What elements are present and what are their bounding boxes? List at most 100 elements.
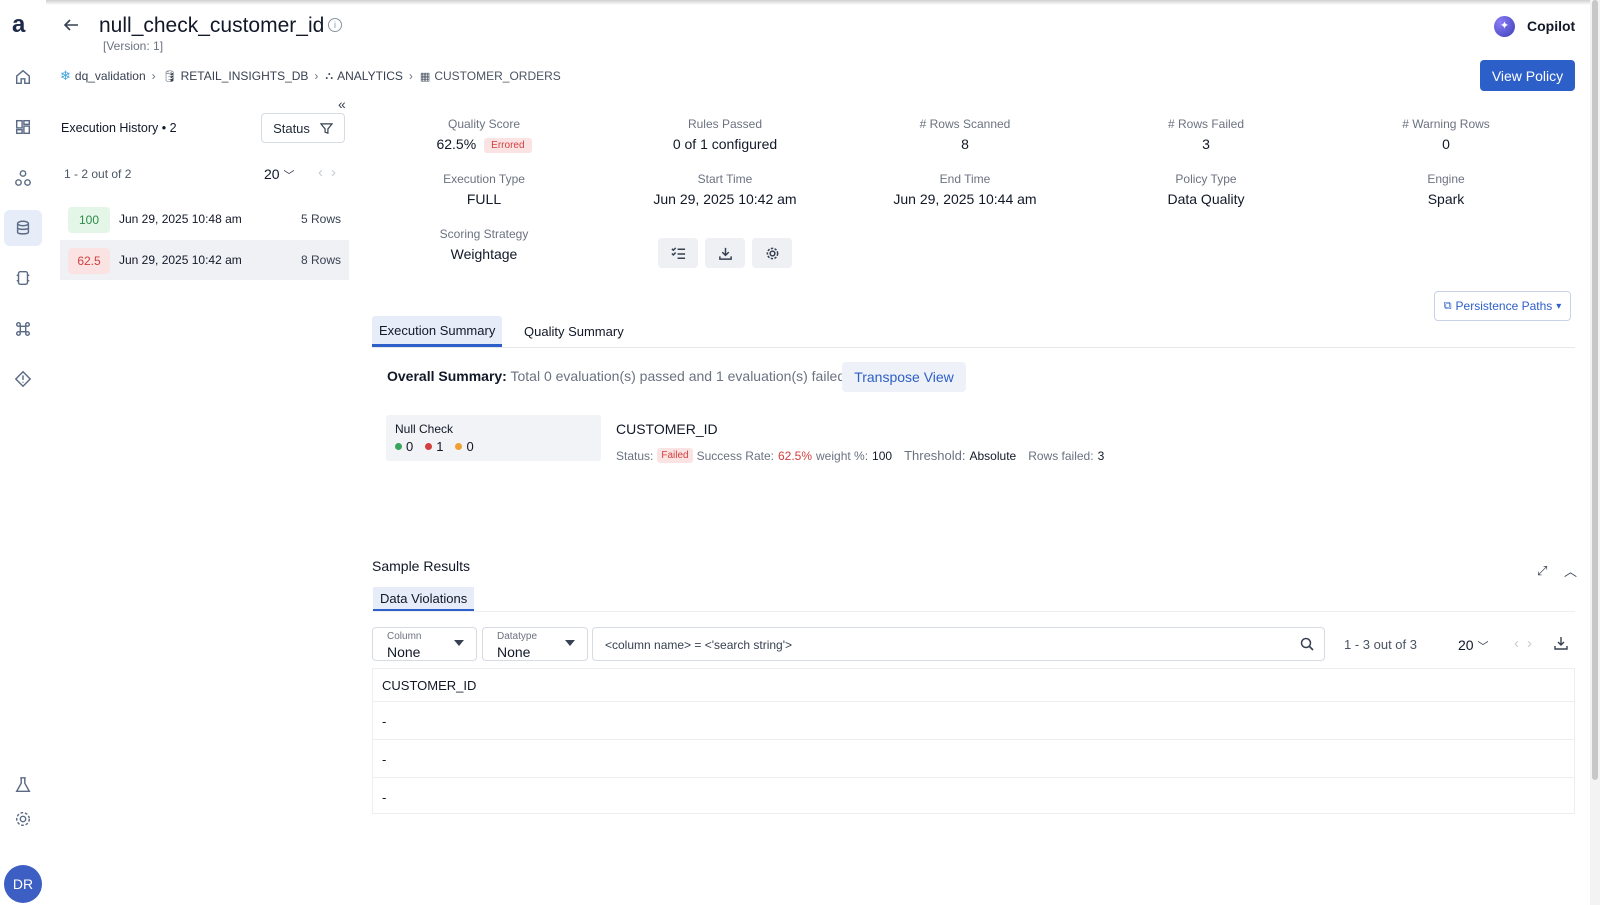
history-date: Jun 29, 2025 10:48 am (119, 212, 242, 226)
page-scrollbar[interactable] (1590, 0, 1600, 905)
sample-results-title: Sample Results (372, 558, 471, 574)
failed-count: 1 (425, 439, 443, 454)
sparkle-icon: ✦ (1494, 15, 1515, 37)
metric-quality-score: Quality Score 62.5% Errored (384, 117, 584, 153)
chip-icon[interactable] (10, 265, 36, 291)
lab-flask-icon[interactable] (10, 772, 36, 798)
breadcrumb-item-datasource[interactable]: ❄ dq_validation (60, 68, 146, 84)
view-policy-button[interactable]: View Policy (1480, 60, 1575, 91)
command-icon[interactable] (10, 316, 36, 342)
metric-rows-failed: # Rows Failed 3 (1167, 117, 1245, 152)
score-badge: 62.5 (68, 248, 110, 274)
breadcrumb-item-schema[interactable]: ⛬ ANALYTICS (325, 69, 403, 83)
failed-badge: Failed (657, 448, 693, 463)
history-row[interactable]: 100 Jun 29, 2025 10:48 am 5 Rows (60, 199, 349, 239)
filter-icon (319, 122, 333, 134)
metric-policy-type: Policy Type Data Quality (1167, 172, 1245, 207)
data-quality-nav-icon[interactable] (4, 210, 42, 246)
metric-execution-type: Execution Type FULL (443, 172, 525, 207)
rule-counts: 0 1 0 (395, 439, 474, 454)
results-pagination-arrows[interactable]: ‹› (1514, 635, 1540, 652)
errored-badge: Errored (484, 138, 532, 153)
copy-icon: ⧉ (1443, 299, 1452, 312)
violations-table: CUSTOMER_ID - - - (372, 668, 1575, 814)
metric-end-time: End Time Jun 29, 2025 10:44 am (893, 172, 1037, 207)
results-page-size-select[interactable]: 20 ﹀ (1458, 637, 1488, 654)
settings-button[interactable] (752, 238, 792, 268)
download-icon (718, 247, 732, 260)
table-row[interactable]: - (373, 778, 1574, 816)
tab-data-violations[interactable]: Data Violations (373, 587, 475, 612)
column-select[interactable]: Column None (372, 627, 477, 661)
alert-diamond-icon[interactable] (10, 366, 36, 392)
history-rows: 5 Rows (300, 212, 341, 226)
results-range: 1 - 3 out of 3 (1344, 637, 1417, 652)
database-icon: 🛢 (162, 70, 177, 83)
rule-card[interactable]: Null Check 0 1 0 (386, 415, 601, 461)
search-icon[interactable] (1300, 637, 1314, 651)
metric-warning-rows: # Warning Rows 0 (1402, 117, 1490, 152)
breadcrumb-item-table[interactable]: ▦ CUSTOMER_ORDERS (420, 69, 561, 83)
caret-down-icon (454, 640, 464, 646)
copilot-label: Copilot (1527, 18, 1576, 34)
left-nav: a DR (0, 0, 46, 905)
history-row-selected[interactable]: 62.5 Jun 29, 2025 10:42 am 8 Rows (60, 240, 349, 280)
history-rows: 8 Rows (300, 253, 341, 267)
download-icon[interactable] (1554, 636, 1568, 650)
dashboard-icon[interactable] (10, 114, 36, 140)
table-header: CUSTOMER_ID (373, 669, 1574, 702)
status-filter-button[interactable]: Status (261, 113, 345, 143)
search-placeholder: <column name> = <'search string'> (605, 638, 793, 652)
back-arrow-icon[interactable] (62, 17, 80, 33)
metric-rules-passed: Rules Passed 0 of 1 configured (672, 117, 778, 152)
history-page-size-select[interactable]: 20 ﹀ (264, 166, 294, 183)
metric-rows-scanned: # Rows Scanned 8 (919, 117, 1011, 152)
history-date: Jun 29, 2025 10:42 am (119, 253, 242, 267)
rule-column-name: CUSTOMER_ID (616, 421, 718, 437)
collapse-panel-icon[interactable]: « (338, 96, 346, 112)
checklist-button[interactable] (658, 238, 698, 268)
table-icon: ▦ (419, 70, 431, 83)
chevron-down-icon: ▾ (1556, 300, 1562, 312)
overall-summary: Overall Summary: Total 0 evaluation(s) p… (387, 368, 850, 384)
warning-count: 0 (455, 439, 474, 454)
tab-execution-summary[interactable]: Execution Summary (372, 316, 503, 347)
settings-gear-icon[interactable] (10, 806, 36, 832)
gear-icon (766, 247, 778, 259)
chevron-right-icon: › (408, 69, 413, 83)
breadcrumb-item-database[interactable]: 🛢 RETAIL_INSIGHTS_DB (163, 69, 309, 83)
checklist-icon (670, 246, 685, 259)
snowflake-icon: ❄ (60, 68, 71, 83)
rule-status-line: Status: Failed Success Rate: 62.5% weigh… (616, 448, 1105, 463)
score-badge: 100 (68, 207, 110, 233)
passed-count: 0 (395, 439, 413, 454)
graph-nodes-icon[interactable] (10, 165, 36, 191)
execution-history-title: Execution History • 2 (61, 121, 177, 135)
home-icon[interactable] (10, 64, 36, 90)
rule-name: Null Check (395, 422, 454, 436)
app-logo[interactable]: a (12, 13, 25, 37)
chevron-right-icon: › (314, 69, 319, 83)
table-row[interactable]: - (373, 702, 1574, 740)
user-avatar[interactable]: DR (4, 865, 42, 903)
download-report-button[interactable] (705, 238, 745, 268)
divider (372, 611, 1575, 612)
chevron-up-icon[interactable]: ︿ (1564, 561, 1577, 580)
scrollbar-thumb[interactable] (1592, 0, 1598, 780)
expand-icon[interactable]: ⤢ (1537, 563, 1547, 579)
caret-down-icon (565, 640, 575, 646)
breadcrumb: ❄ dq_validation › 🛢 RETAIL_INSIGHTS_DB ›… (60, 68, 561, 84)
search-input[interactable]: <column name> = <'search string'> (592, 627, 1325, 661)
metric-scoring-strategy: Scoring Strategy Weightage (439, 227, 529, 262)
table-row[interactable]: - (373, 740, 1574, 778)
history-pagination-arrows[interactable]: ‹› (318, 164, 344, 181)
metric-start-time: Start Time Jun 29, 2025 10:42 am (653, 172, 797, 207)
datatype-select[interactable]: Datatype None (482, 627, 588, 661)
info-icon[interactable]: i (328, 18, 342, 32)
tab-quality-summary[interactable]: Quality Summary (524, 316, 624, 347)
copilot-button[interactable]: ✦ Copilot (1494, 15, 1575, 37)
summary-tabs: Execution Summary Quality Summary (372, 316, 1575, 348)
metric-engine: Engine Spark (1427, 172, 1465, 207)
transpose-view-button[interactable]: Transpose View (842, 362, 966, 392)
schema-icon: ⛬ (325, 69, 334, 82)
